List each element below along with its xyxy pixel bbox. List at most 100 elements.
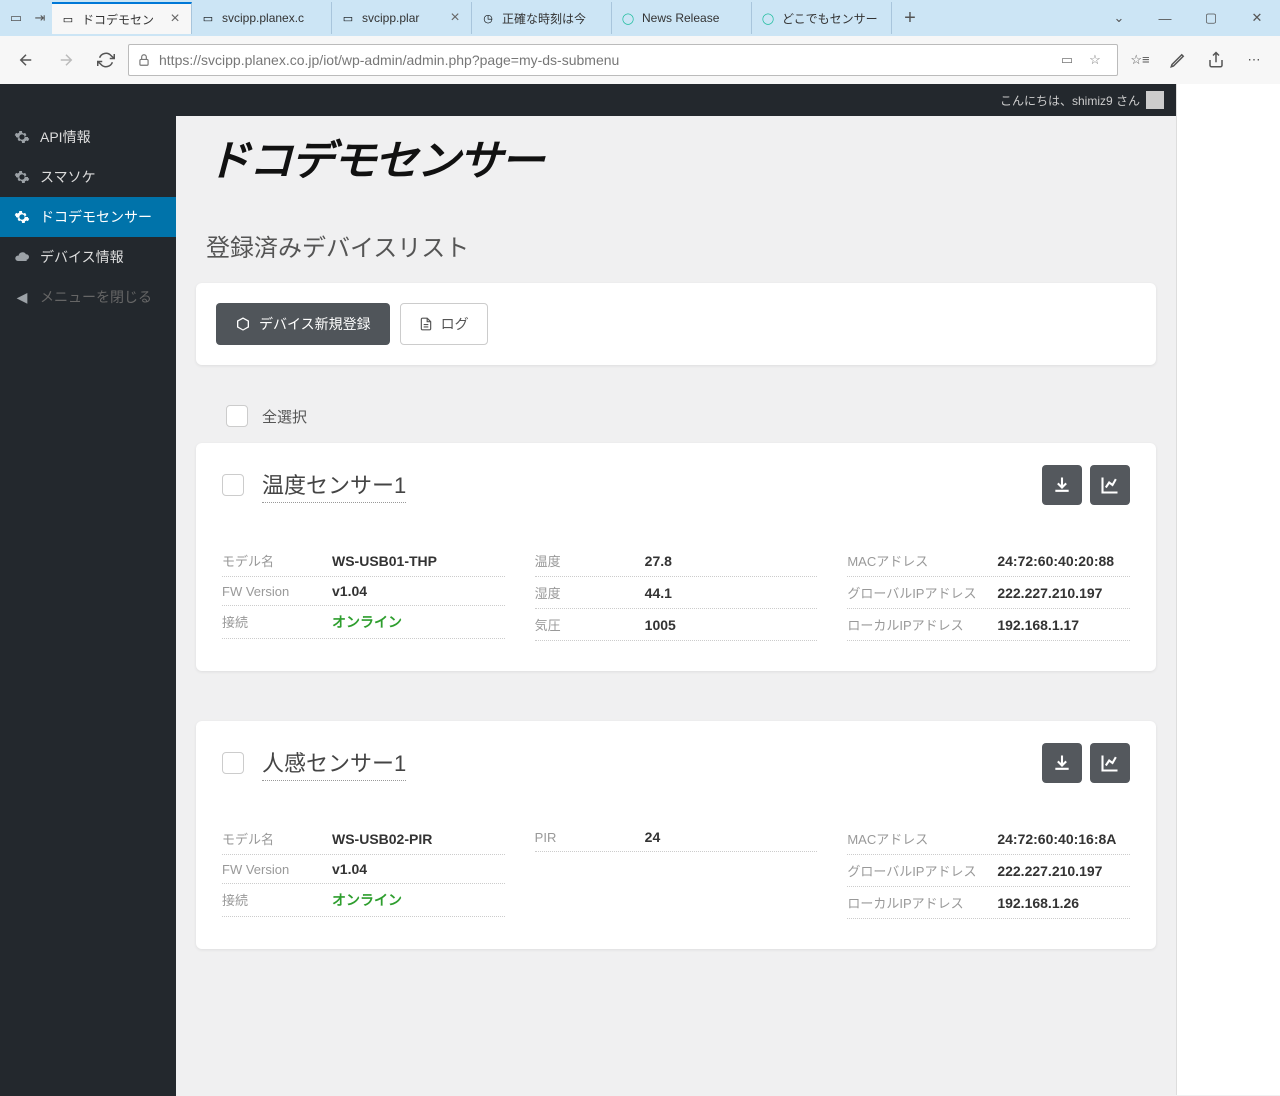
prop-row: MACアドレス24:72:60:40:16:8A: [847, 823, 1130, 855]
device-checkbox[interactable]: [222, 752, 244, 774]
sidebar-label: API情報: [40, 127, 91, 147]
collapse-menu-button[interactable]: ◀ メニューを閉じる: [0, 277, 176, 317]
prop-value: 192.168.1.26: [997, 895, 1079, 911]
sidebar-item-api[interactable]: API情報: [0, 117, 176, 157]
section-title: 登録済みデバイスリスト: [206, 228, 1156, 263]
tab-title: ドコデモセン: [82, 11, 167, 28]
device-header: 人感センサー1: [222, 743, 1130, 783]
prop-value: 27.8: [645, 553, 672, 569]
gear-icon: [12, 129, 32, 145]
clock-icon: ◷: [480, 10, 496, 26]
prop-label: ローカルIPアドレス: [847, 615, 997, 634]
select-all-checkbox[interactable]: [226, 405, 248, 427]
browser-tab-3[interactable]: ◷ 正確な時刻は今: [472, 2, 612, 34]
forward-button[interactable]: [48, 42, 84, 78]
prop-value: WS-USB01-THP: [332, 553, 437, 569]
button-label: ログ: [441, 314, 469, 334]
cloud-icon: [12, 249, 32, 265]
tab-title: svcipp.plar: [362, 11, 447, 25]
content-area: ドコデモセンサー 登録済みデバイスリスト デバイス新規登録 ログ 全選択 温度セ…: [176, 85, 1176, 1096]
refresh-button[interactable]: [88, 42, 124, 78]
prop-label: MACアドレス: [847, 829, 997, 848]
new-tab-button[interactable]: +: [892, 7, 928, 30]
device-props: モデル名WS-USB01-THP FW Versionv1.04 接続オンライン…: [222, 545, 1130, 641]
prop-label: モデル名: [222, 829, 332, 848]
prop-row: モデル名WS-USB02-PIR: [222, 823, 505, 855]
url-text: https://svcipp.planex.co.jp/iot/wp-admin…: [159, 52, 1053, 68]
edge-tabs-icon[interactable]: ▭: [4, 6, 28, 30]
chevron-down-icon[interactable]: ⌄: [1096, 2, 1142, 34]
brand-logo: ドコデモセンサー: [196, 117, 1176, 218]
favorites-icon[interactable]: ☆≡: [1122, 42, 1158, 78]
share-icon[interactable]: [1198, 42, 1234, 78]
url-input[interactable]: https://svcipp.planex.co.jp/iot/wp-admin…: [128, 44, 1118, 76]
download-button[interactable]: [1042, 743, 1082, 783]
prop-label: MACアドレス: [847, 551, 997, 570]
prop-value: 222.227.210.197: [997, 585, 1102, 601]
prop-row: ローカルIPアドレス192.168.1.26: [847, 887, 1130, 919]
lock-icon: [137, 53, 151, 67]
prop-row: 湿度 44.1: [535, 577, 818, 609]
prop-row: 温度 27.8: [535, 545, 818, 577]
device-checkbox[interactable]: [222, 474, 244, 496]
sidebar-label: ドコデモセンサー: [40, 207, 152, 227]
browser-tab-0[interactable]: ▭ ドコデモセン ×: [52, 2, 192, 34]
log-button[interactable]: ログ: [400, 303, 488, 345]
device-props: モデル名WS-USB02-PIR FW Versionv1.04 接続オンライン…: [222, 823, 1130, 919]
browser-tab-5[interactable]: ◯ どこでもセンサー: [752, 2, 892, 34]
sidebar-item-device-info[interactable]: デバイス情報: [0, 237, 176, 277]
browser-tab-2[interactable]: ▭ svcipp.plar ×: [332, 2, 472, 34]
browser-tab-1[interactable]: ▭ svcipp.planex.c: [192, 2, 332, 34]
prop-value: WS-USB02-PIR: [332, 831, 432, 847]
chevron-left-icon: ◀: [12, 289, 32, 306]
prop-value: 192.168.1.17: [997, 617, 1079, 633]
prop-label: グローバルIPアドレス: [847, 861, 997, 880]
close-icon[interactable]: ×: [167, 11, 183, 27]
chart-button[interactable]: [1090, 465, 1130, 505]
prop-row: FW Versionv1.04: [222, 577, 505, 606]
maximize-button[interactable]: ▢: [1188, 2, 1234, 34]
address-bar: https://svcipp.planex.co.jp/iot/wp-admin…: [0, 36, 1280, 84]
prop-label: 気圧: [535, 615, 645, 634]
sidebar-label: スマソケ: [40, 167, 96, 187]
device-name-link[interactable]: 温度センサー1: [262, 468, 406, 503]
device-name-link[interactable]: 人感センサー1: [262, 746, 406, 781]
sidebar-item-smasoke[interactable]: スマソケ: [0, 157, 176, 197]
reading-view-icon[interactable]: ▭: [1053, 52, 1081, 68]
prop-value-online: オンライン: [332, 612, 402, 632]
prop-row: 接続オンライン: [222, 606, 505, 639]
page: API情報 スマソケ ドコデモセンサー デバイス情報 ◀ メニューを閉じる ドコ…: [0, 85, 1280, 1096]
download-button[interactable]: [1042, 465, 1082, 505]
toolbar: デバイス新規登録 ログ: [196, 283, 1156, 365]
close-window-button[interactable]: ✕: [1234, 2, 1280, 34]
admin-sidebar: API情報 スマソケ ドコデモセンサー デバイス情報 ◀ メニューを閉じる: [0, 85, 176, 1096]
edge-setaside-icon[interactable]: ⇥: [28, 6, 52, 30]
prop-label: グローバルIPアドレス: [847, 583, 997, 602]
new-device-button[interactable]: デバイス新規登録: [216, 303, 390, 345]
sidebar-item-dokodemo[interactable]: ドコデモセンサー: [0, 197, 176, 237]
right-gutter: [1176, 84, 1280, 1095]
prop-label: PIR: [535, 830, 645, 845]
close-icon[interactable]: ×: [447, 10, 463, 26]
prop-row: モデル名WS-USB01-THP: [222, 545, 505, 577]
chart-button[interactable]: [1090, 743, 1130, 783]
prop-label: 温度: [535, 551, 645, 570]
back-button[interactable]: [8, 42, 44, 78]
device-header: 温度センサー1: [222, 465, 1130, 505]
prop-label: ローカルIPアドレス: [847, 893, 997, 912]
prop-row: MACアドレス24:72:60:40:20:88: [847, 545, 1130, 577]
prop-value-online: オンライン: [332, 890, 402, 910]
prop-value: v1.04: [332, 583, 367, 599]
more-icon[interactable]: ⋯: [1236, 42, 1272, 78]
notes-icon[interactable]: [1160, 42, 1196, 78]
device-card: 温度センサー1 モデル名WS-USB01-THP FW Versionv1.04…: [196, 443, 1156, 671]
avatar[interactable]: [1146, 91, 1164, 109]
browser-tab-4[interactable]: ◯ News Release: [612, 2, 752, 34]
favorite-icon[interactable]: ☆: [1081, 52, 1109, 68]
minimize-button[interactable]: ―: [1142, 2, 1188, 34]
tab-title: 正確な時刻は今: [502, 10, 603, 27]
site-icon: ◯: [760, 10, 776, 26]
prop-value: 222.227.210.197: [997, 863, 1102, 879]
prop-row: PIR 24: [535, 823, 818, 852]
page-icon: ▭: [200, 10, 216, 26]
